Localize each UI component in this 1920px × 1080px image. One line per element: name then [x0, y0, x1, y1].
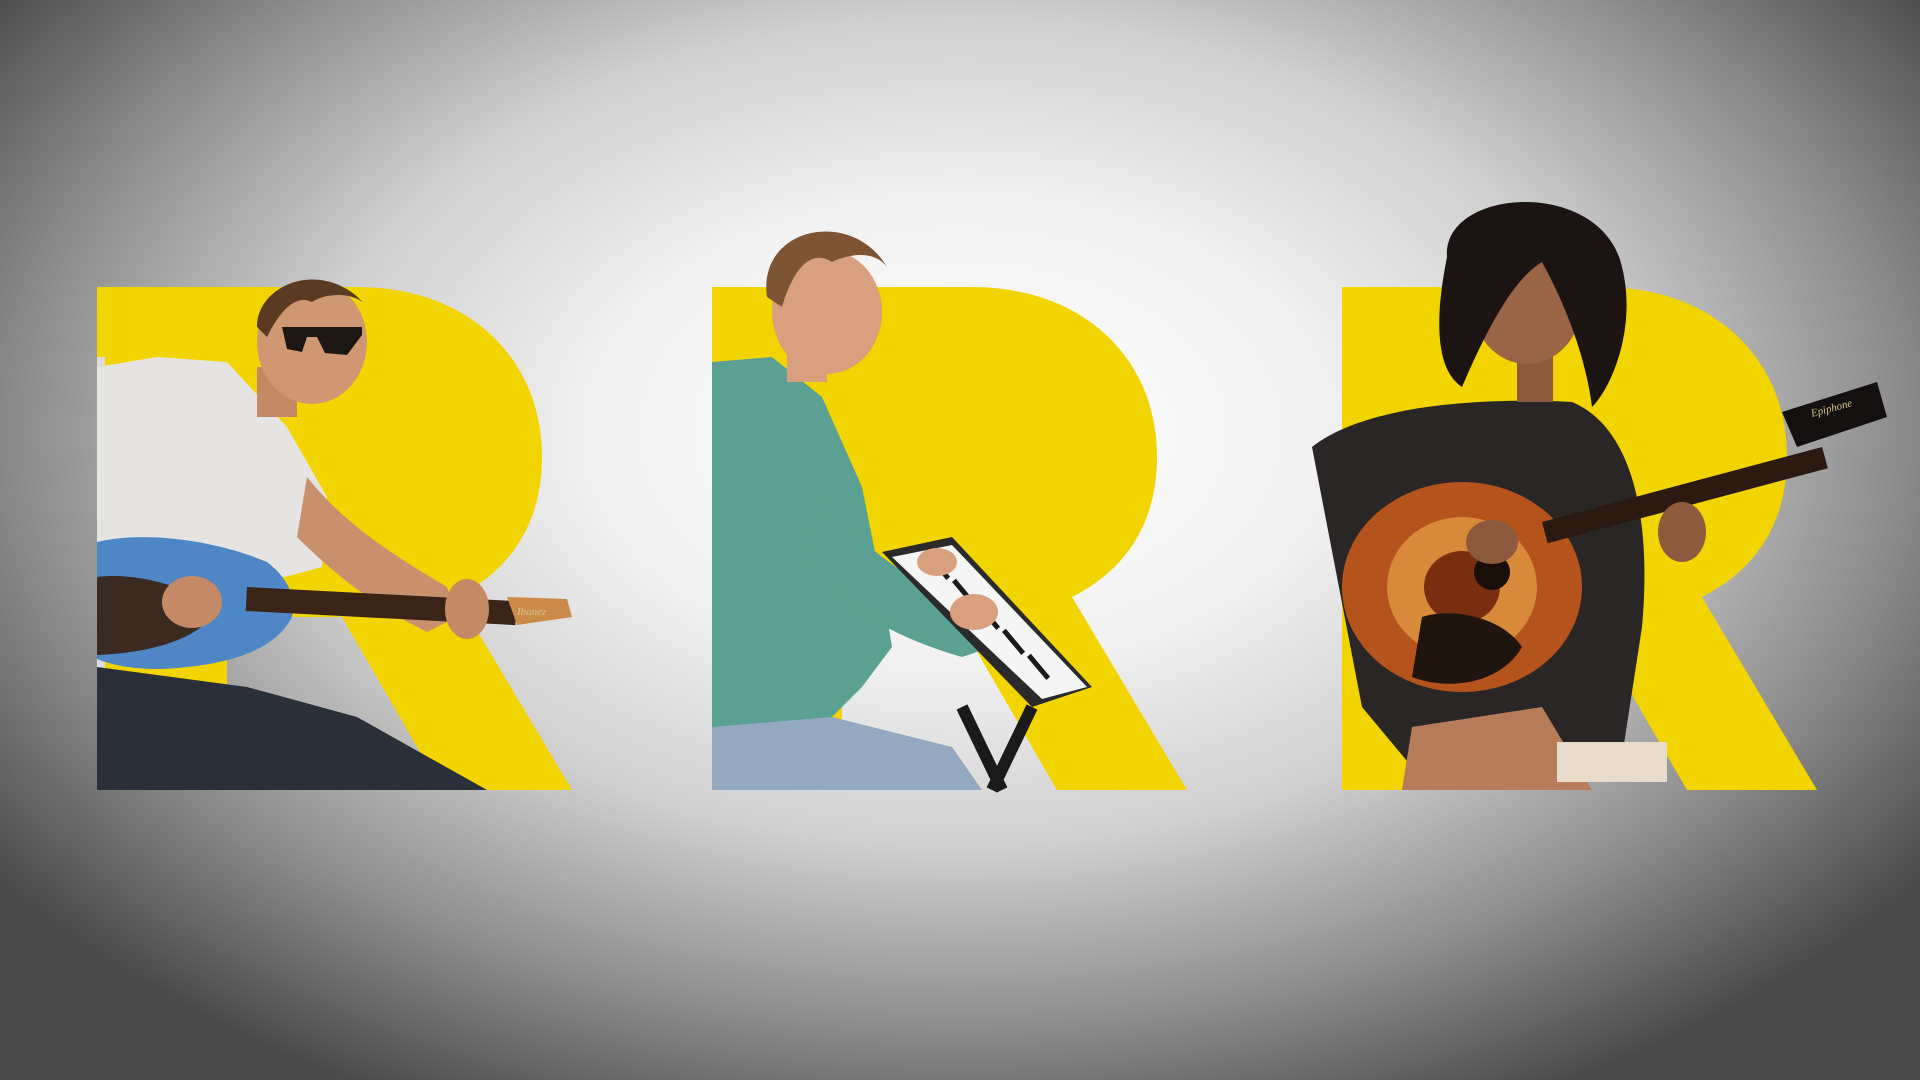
guitarist-panel: Ibanez — [97, 279, 575, 790]
guitarist-illustration: Ibanez — [97, 279, 572, 790]
acoustic-guitarist-illustration: Epiphone — [1312, 202, 1887, 790]
pianist-illustration — [712, 231, 1187, 793]
jeans-shape — [712, 717, 982, 790]
pianist-panel — [712, 231, 1190, 793]
acoustic-panel: Epiphone — [1312, 202, 1887, 790]
headstock-logo-text: Ibanez — [516, 606, 547, 618]
hero-banner: Ibanez Epiphone — [0, 0, 1920, 1080]
